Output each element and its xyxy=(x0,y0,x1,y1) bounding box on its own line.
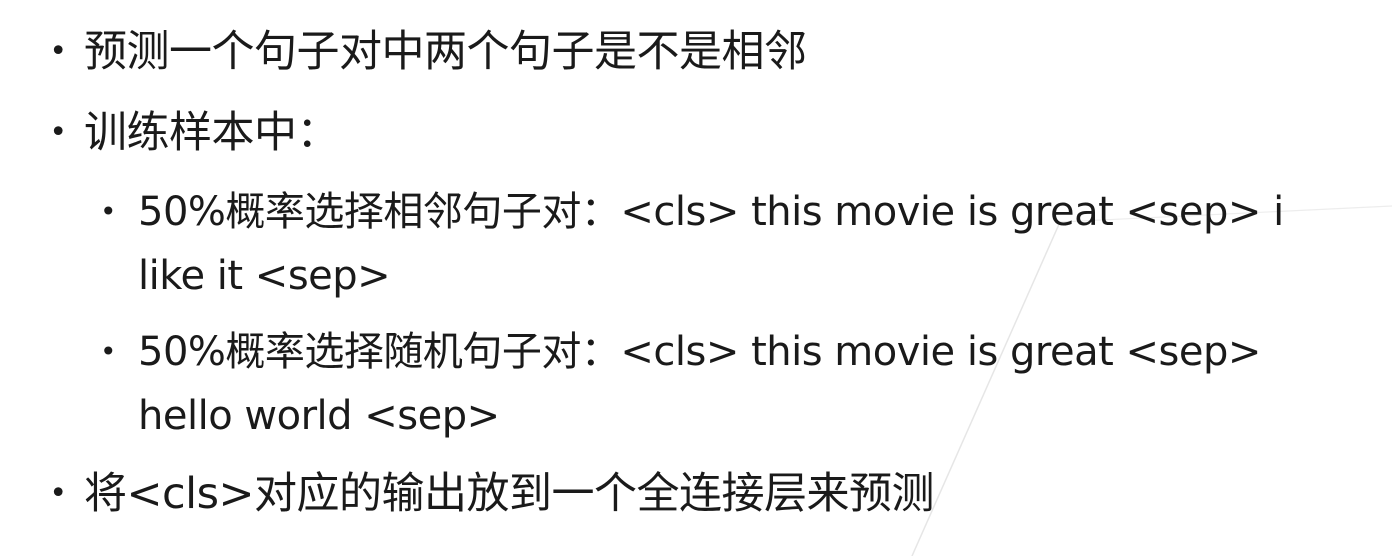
sub-bullet-item-1: • 50%概率选择相邻句子对：<cls> this movie is great… xyxy=(100,180,1298,308)
bullet-dot: • xyxy=(49,115,67,150)
bullet-dot: • xyxy=(49,34,67,69)
slide: • 预测一个句子对中两个句子是不是相邻 • 训练样本中： • 50%概率选择相邻… xyxy=(0,0,1392,556)
sub-bullet-item-2: • 50%概率选择随机句子对：<cls> this movie is great… xyxy=(100,320,1298,448)
bullet-text: 训练样本中： xyxy=(84,108,340,158)
bullet-item-3: • 将<cls>对应的输出放到一个全连接层来预测 xyxy=(49,462,1364,526)
sub-bullet-dot: • xyxy=(99,335,117,368)
bullet-item-2: • 训练样本中： xyxy=(49,101,1364,165)
sub-bullet-dot: • xyxy=(99,195,117,228)
bullet-item-1: • 预测一个句子对中两个句子是不是相邻 xyxy=(49,20,1364,84)
bullet-text: 预测一个句子对中两个句子是不是相邻 xyxy=(84,27,807,77)
bullet-dot: • xyxy=(49,476,67,511)
sub-bullet-text: 50%概率选择相邻句子对：<cls> this movie is great <… xyxy=(138,189,1284,299)
bullet-text: 将<cls>对应的输出放到一个全连接层来预测 xyxy=(84,469,935,519)
sub-bullet-text: 50%概率选择随机句子对：<cls> this movie is great <… xyxy=(138,329,1261,439)
